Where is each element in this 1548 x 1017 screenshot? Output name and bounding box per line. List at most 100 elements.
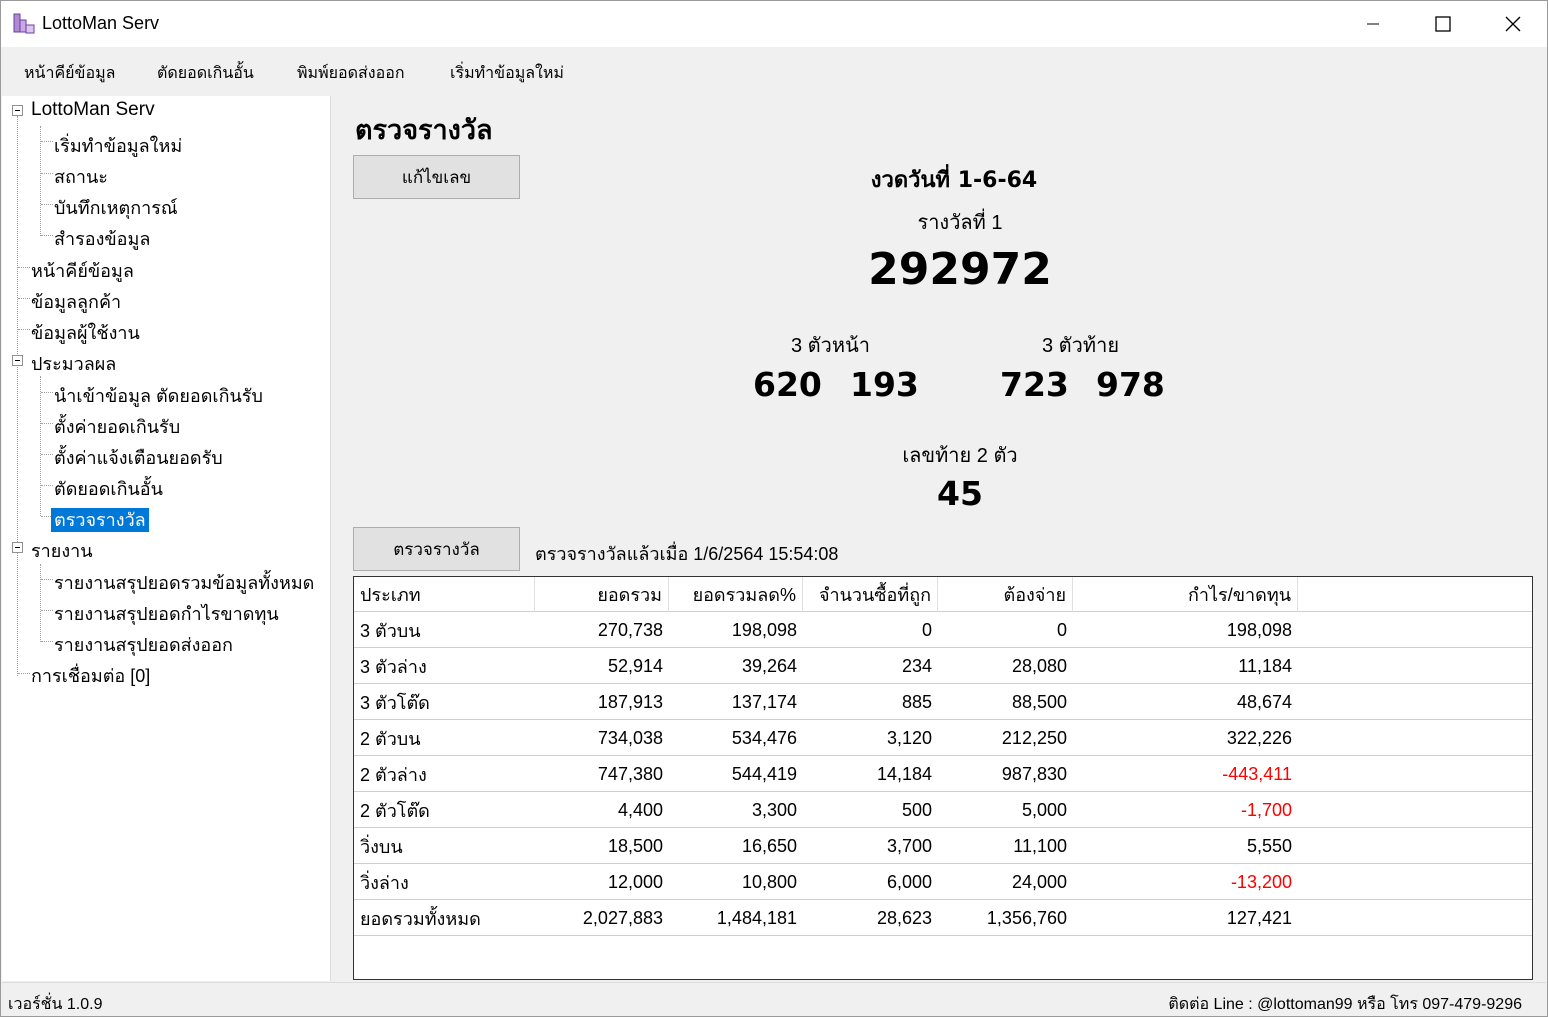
tree-item-check-prize-label: ตรวจรางวัล <box>51 508 149 532</box>
cell-total: 747,380 <box>597 763 663 784</box>
window-title: LottoMan Serv <box>42 13 160 33</box>
tree-line <box>41 579 53 580</box>
tree-item-report-profit[interactable]: รายงานสรุปยอดกำไรขาดทุน <box>54 599 279 628</box>
column-header-total[interactable]: ยอดรวม <box>535 577 669 612</box>
cell-winning-count: 500 <box>901 799 932 820</box>
table-row[interactable]: 3 ตัวโต๊ด 187,913 137,174 885 88,500 48,674 <box>354 684 1532 720</box>
menu-start-new-data[interactable]: เริ่มทำข้อมูลใหม่ <box>450 61 564 86</box>
version-text: เวอร์ชั่น 1.0.9 <box>8 996 103 1013</box>
tree-item-status[interactable]: สถานะ <box>54 162 108 191</box>
cell-type: 2 ตัวบน <box>360 728 421 749</box>
collapse-process-toggle[interactable] <box>12 355 23 366</box>
tree-line <box>41 392 53 393</box>
last2-label: เลขท้าย 2 ตัว <box>902 445 1018 467</box>
tree-item-set-over-limit[interactable]: ตั้งค่ายอดเกินรับ <box>54 412 180 441</box>
results-grid[interactable]: ประเภท ยอดรวม ยอดรวมลด% จำนวนซื้อที่ถูก … <box>353 576 1533 980</box>
tree-item-import-data[interactable]: นำเข้าข้อมูล ตัดยอดเกินรับ <box>54 381 263 410</box>
close-button[interactable] <box>1478 1 1548 47</box>
tree-item-backup[interactable]: สำรองข้อมูล <box>54 224 150 253</box>
cell-profit-loss: -443,411 <box>1222 763 1292 784</box>
cell-winning-count: 3,120 <box>886 727 932 748</box>
front3-label: 3 ตัวหน้า <box>791 335 870 357</box>
table-row[interactable]: วิ่งบน 18,500 16,650 3,700 11,100 5,550 <box>354 828 1532 864</box>
collapse-root-toggle[interactable] <box>12 105 23 116</box>
tree-item-report[interactable]: รายงาน <box>31 536 93 565</box>
cell-payout: 24,000 <box>1011 871 1067 892</box>
table-row[interactable]: 2 ตัวบน 734,038 534,476 3,120 212,250 322,226 <box>354 720 1532 756</box>
cell-winning-count: 14,184 <box>876 763 932 784</box>
contact-text: ติดต่อ Line : @lottoman99 หรือ โทร 097-4… <box>1168 996 1522 1013</box>
cell-profit-loss: 127,421 <box>1226 907 1292 928</box>
cell-total: 52,914 <box>607 655 663 676</box>
tree-line <box>41 141 53 142</box>
app-logo-icon <box>13 13 35 34</box>
cell-total: 4,400 <box>617 799 663 820</box>
cell-payout: 88,500 <box>1011 691 1067 712</box>
cell-discounted-total: 544,419 <box>731 763 797 784</box>
tree-line <box>40 564 41 642</box>
column-header-profit-loss[interactable]: กำไร/ขาดทุน <box>1073 577 1298 612</box>
cell-total: 270,738 <box>597 619 663 640</box>
cell-winning-count: 28,623 <box>876 907 932 928</box>
first-prize-number: 292972 <box>868 244 1052 295</box>
tree-line <box>18 298 30 299</box>
tree-item-report-export[interactable]: รายงานสรุปยอดส่งออก <box>54 630 233 659</box>
tree-line <box>41 204 53 205</box>
cell-payout: 212,250 <box>1001 727 1067 748</box>
page-title: ตรวจรางวัล <box>355 115 493 145</box>
maximize-button[interactable] <box>1408 1 1478 47</box>
tree-item-key-data[interactable]: หน้าคีย์ข้อมูล <box>31 256 134 285</box>
tree-line <box>41 485 53 486</box>
menu-key-data[interactable]: หน้าคีย์ข้อมูล <box>24 61 115 86</box>
close-icon <box>1505 16 1521 32</box>
cell-payout: 11,100 <box>1013 835 1067 856</box>
column-header-type[interactable]: ประเภท <box>354 577 535 612</box>
tree-item-set-alert[interactable]: ตั้งค่าแจ้งเตือนยอดรับ <box>54 443 223 472</box>
tree-item-users[interactable]: ข้อมูลผู้ใช้งาน <box>31 318 140 347</box>
cell-profit-loss: 198,098 <box>1226 619 1292 640</box>
cell-discounted-total: 39,264 <box>741 655 797 676</box>
grid-header-row: ประเภท ยอดรวม ยอดรวมลด% จำนวนซื้อที่ถูก … <box>354 577 1532 612</box>
column-header-payout[interactable]: ต้องจ่าย <box>938 577 1073 612</box>
collapse-report-toggle[interactable] <box>12 542 23 553</box>
tree-item-process[interactable]: ประมวลผล <box>31 349 116 378</box>
cell-profit-loss: 48,674 <box>1236 691 1292 712</box>
tree-item-cut-limit[interactable]: ตัดยอดเกินอั้น <box>54 474 163 503</box>
cell-total: 187,913 <box>597 691 663 712</box>
table-row[interactable]: 3 ตัวบน 270,738 198,098 0 0 198,098 <box>354 612 1532 648</box>
cell-total: 734,038 <box>597 727 663 748</box>
cell-winning-count: 3,700 <box>886 835 932 856</box>
front3-number-b: 193 <box>850 365 919 404</box>
column-header-discounted-total[interactable]: ยอดรวมลด% <box>669 577 803 612</box>
cell-discounted-total: 1,484,181 <box>716 907 797 928</box>
tree-line <box>40 126 41 236</box>
tree-line <box>40 376 41 516</box>
cell-type: 2 ตัวโต๊ด <box>360 800 430 821</box>
minimize-icon <box>1367 23 1379 25</box>
table-row[interactable]: 2 ตัวโต๊ด 4,400 3,300 500 5,000 -1,700 <box>354 792 1532 828</box>
table-row[interactable]: 3 ตัวล่าง 52,914 39,264 234 28,080 11,184 <box>354 648 1532 684</box>
cell-type: วิ่งล่าง <box>360 872 409 893</box>
tree-line <box>41 173 53 174</box>
table-row[interactable]: วิ่งล่าง 12,000 10,800 6,000 24,000 -13,200 <box>354 864 1532 900</box>
minimize-button[interactable] <box>1338 1 1408 47</box>
tree-line <box>18 267 30 268</box>
table-row[interactable]: ยอดรวมทั้งหมด 2,027,883 1,484,181 28,623 1,3… <box>354 900 1532 936</box>
tree-root[interactable]: LottoMan Serv <box>31 99 155 121</box>
tree-item-customers[interactable]: ข้อมูลลูกค้า <box>31 287 121 316</box>
tree-item-event-log[interactable]: บันทึกเหตุการณ์ <box>54 193 178 222</box>
column-header-winning-count[interactable]: จำนวนซื้อที่ถูก <box>803 577 938 612</box>
cell-total: 12,000 <box>607 871 663 892</box>
tree-item-connection[interactable]: การเชื่อมต่อ [0] <box>31 661 150 690</box>
tree-item-start-new[interactable]: เริ่มทำข้อมูลใหม่ <box>54 131 182 160</box>
navigation-tree: LottoMan Serv เริ่มทำข้อมูลใหม่ สถานะ บั… <box>2 96 331 981</box>
check-prize-button[interactable]: ตรวจรางวัล <box>353 527 520 571</box>
cell-total: 2,027,883 <box>582 907 663 928</box>
table-row[interactable]: 2 ตัวล่าง 747,380 544,419 14,184 987,830 -443… <box>354 756 1532 792</box>
tree-item-report-summary[interactable]: รายงานสรุปยอดรวมข้อมูลทั้งหมด <box>54 568 314 597</box>
menu-cut-over-limit[interactable]: ตัดยอดเกินอั้น <box>157 61 254 86</box>
tree-item-check-prize[interactable]: ตรวจรางวัล <box>51 505 149 534</box>
menu-print-export[interactable]: พิมพ์ยอดส่งออก <box>297 61 405 86</box>
tree-line <box>41 641 53 642</box>
cell-profit-loss: 11,184 <box>1238 655 1292 676</box>
